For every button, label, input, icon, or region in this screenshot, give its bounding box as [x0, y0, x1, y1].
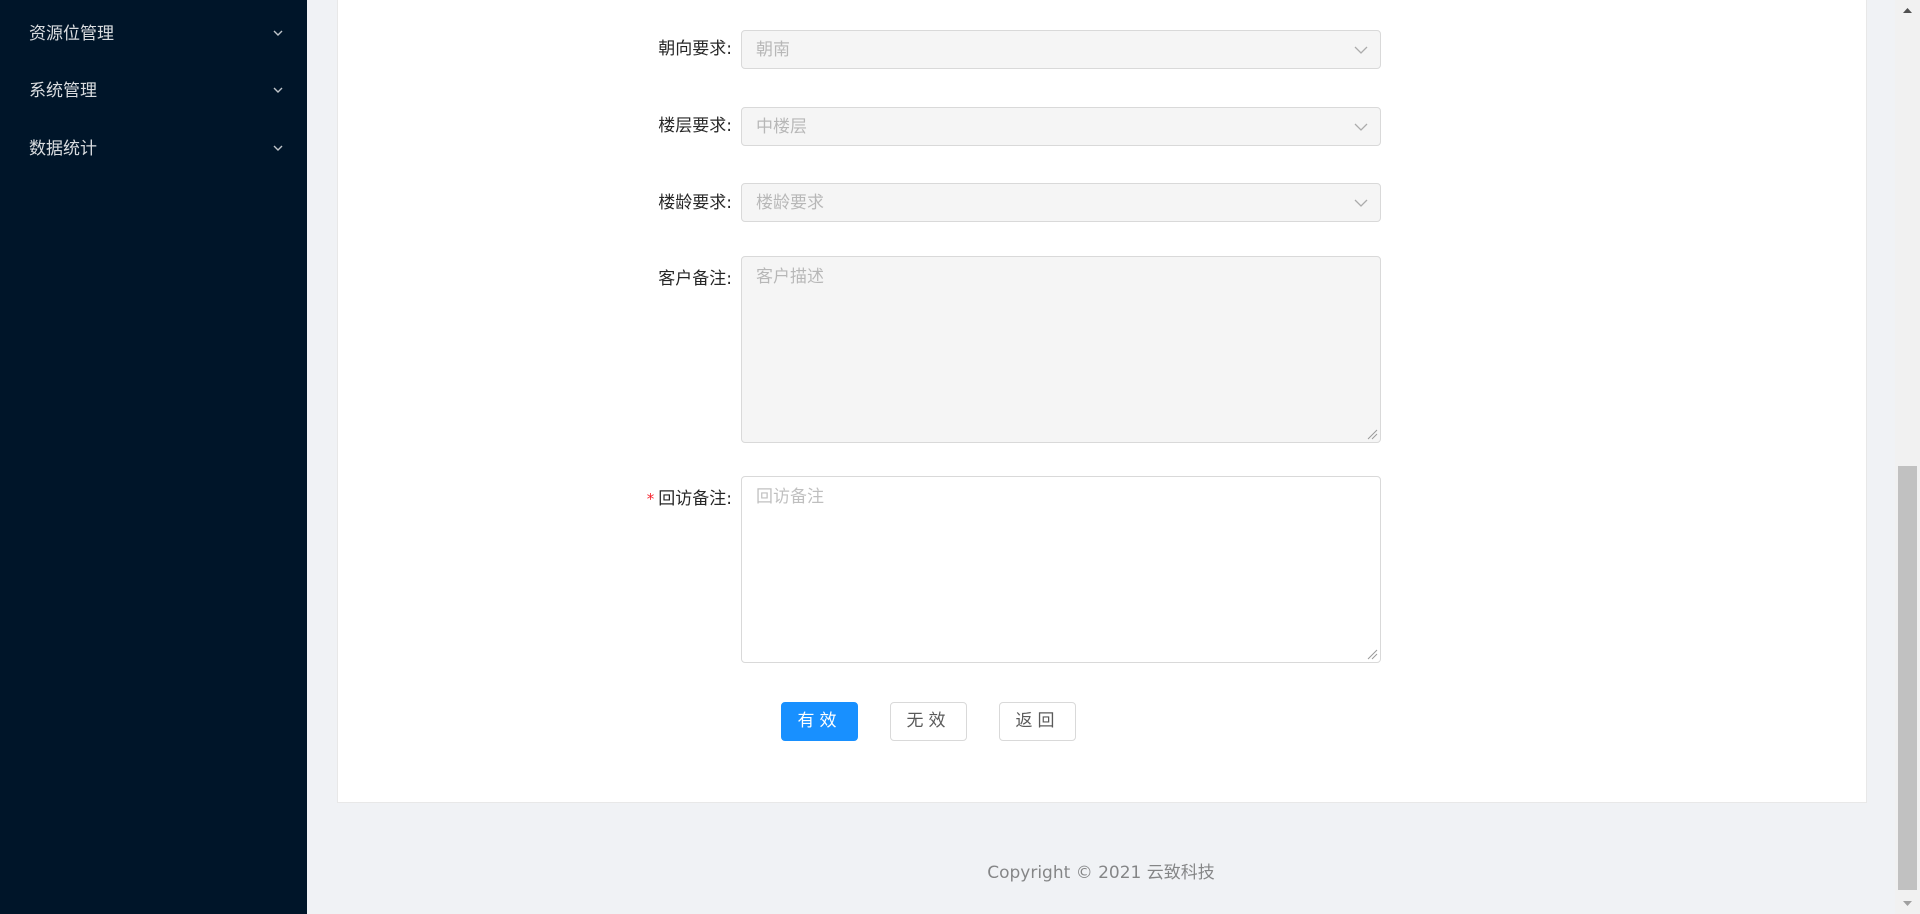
building-age-label: 楼龄要求: [658, 193, 732, 213]
chevron-down-icon [1354, 46, 1368, 54]
chevron-down-icon [1354, 199, 1368, 207]
sidebar: 资源位管理 系统管理 数据统计 [0, 0, 307, 914]
visit-note-label-wrap: * 回访备注: [332, 488, 732, 510]
sidebar-item-label: 资源位管理 [29, 24, 114, 44]
building-age-select[interactable]: 楼龄要求 [741, 183, 1381, 222]
orientation-value: 朝南 [756, 40, 790, 60]
customer-note-textarea[interactable]: 客户描述 [741, 256, 1381, 443]
visit-note-textarea[interactable]: 回访备注 [741, 476, 1381, 663]
back-button[interactable]: 返回 [999, 702, 1076, 741]
scroll-up-arrow-icon[interactable] [1895, 0, 1920, 20]
sidebar-item-label: 数据统计 [29, 139, 97, 159]
invalid-button[interactable]: 无效 [890, 702, 967, 741]
building-age-placeholder: 楼龄要求 [756, 193, 824, 213]
valid-button[interactable]: 有效 [781, 702, 858, 741]
chevron-down-icon [273, 30, 283, 36]
chevron-down-icon [273, 145, 283, 151]
orientation-label: 朝向要求: [658, 39, 732, 59]
chevron-down-icon [1354, 123, 1368, 131]
customer-note-label: 客户备注: [658, 269, 732, 289]
chevron-down-icon [273, 87, 283, 93]
visit-note-label: 回访备注: [658, 489, 732, 509]
footer-copyright: Copyright © 2021 云致科技 [987, 863, 1215, 883]
floor-value: 中楼层 [756, 117, 807, 137]
customer-note-placeholder: 客户描述 [756, 267, 824, 287]
scroll-down-arrow-icon[interactable] [1895, 894, 1920, 914]
scrollbar[interactable] [1895, 0, 1920, 914]
resize-grip-icon[interactable] [1366, 648, 1378, 660]
scroll-thumb[interactable] [1898, 466, 1917, 890]
sidebar-item-resource-management[interactable]: 资源位管理 [0, 11, 307, 57]
sidebar-item-label: 系统管理 [29, 81, 97, 101]
sidebar-item-data-statistics[interactable]: 数据统计 [0, 126, 307, 172]
visit-note-placeholder: 回访备注 [756, 487, 824, 507]
orientation-select[interactable]: 朝南 [741, 30, 1381, 69]
floor-select[interactable]: 中楼层 [741, 107, 1381, 146]
sidebar-item-system-management[interactable]: 系统管理 [0, 68, 307, 114]
required-mark: * [646, 490, 655, 508]
resize-grip-icon[interactable] [1366, 428, 1378, 440]
floor-label: 楼层要求: [658, 116, 732, 136]
